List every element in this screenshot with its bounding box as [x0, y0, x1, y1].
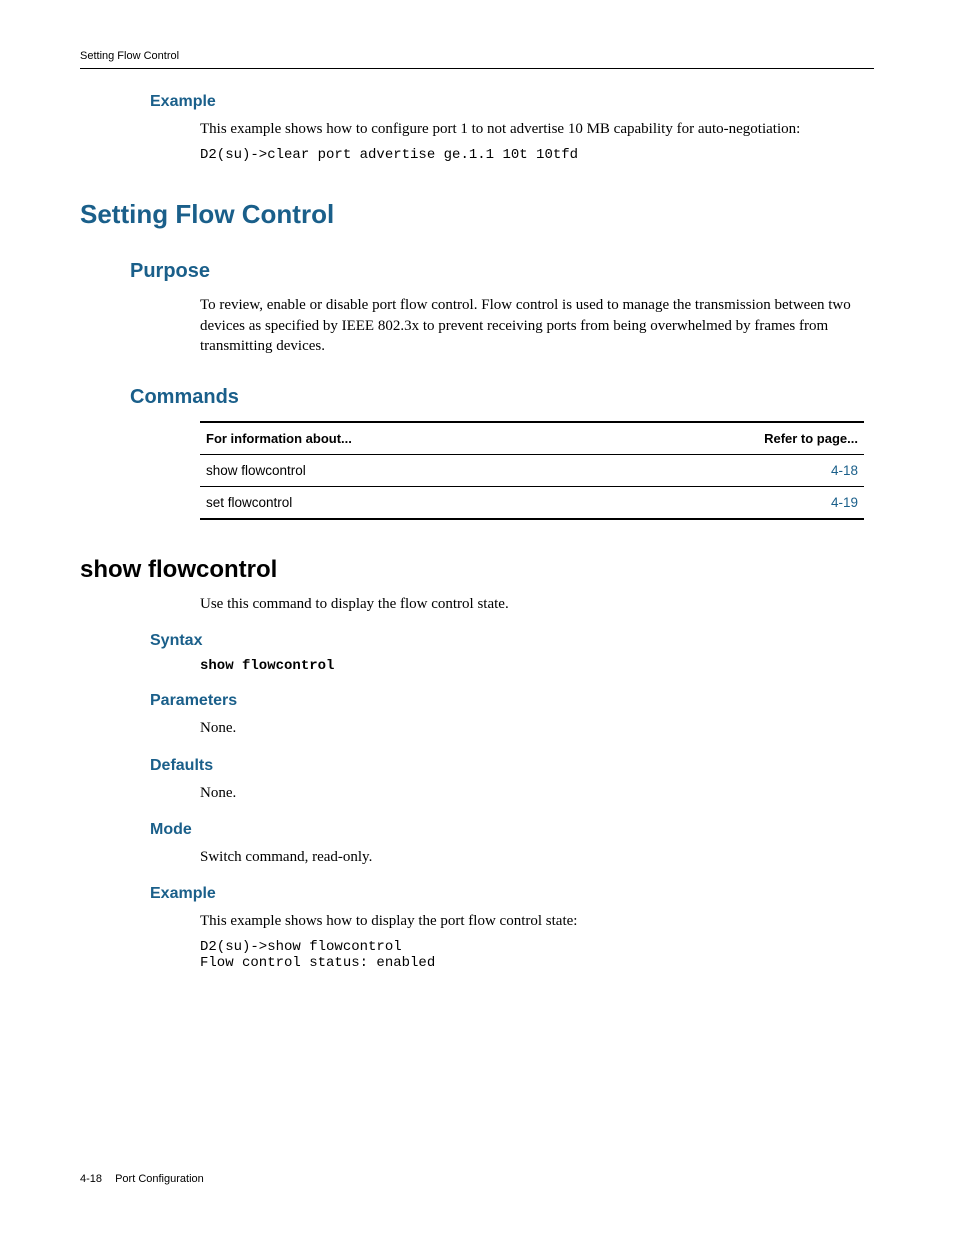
- command-intro: Use this command to display the flow con…: [200, 594, 864, 614]
- heading-example-cmd: Example: [150, 885, 874, 903]
- heading-mode: Mode: [150, 821, 874, 839]
- example-top-text: This example shows how to configure port…: [200, 119, 864, 139]
- table-header-about: For information about...: [206, 431, 352, 446]
- table-cell-page-link[interactable]: 4-18: [831, 463, 858, 478]
- command-name: show flowcontrol: [80, 556, 874, 584]
- commands-table: For information about... Refer to page..…: [200, 421, 864, 520]
- defaults-text: None.: [200, 783, 864, 803]
- table-header-row: For information about... Refer to page..…: [200, 421, 864, 455]
- example-top-code: D2(su)->clear port advertise ge.1.1 10t …: [200, 147, 874, 163]
- section-title: Setting Flow Control: [80, 199, 874, 230]
- heading-syntax: Syntax: [150, 632, 874, 650]
- table-row: show flowcontrol 4-18: [200, 455, 864, 487]
- table-cell-page-link[interactable]: 4-19: [831, 495, 858, 510]
- example-cmd-code: D2(su)->show flowcontrol Flow control st…: [200, 939, 874, 971]
- footer-chapter: Port Configuration: [115, 1173, 204, 1185]
- running-header: Setting Flow Control: [80, 50, 874, 69]
- heading-commands: Commands: [130, 386, 874, 409]
- footer-page-number: 4-18: [80, 1173, 102, 1185]
- heading-parameters: Parameters: [150, 692, 874, 710]
- page: Setting Flow Control Example This exampl…: [0, 0, 954, 1235]
- table-cell-about: show flowcontrol: [206, 463, 306, 478]
- example-cmd-text: This example shows how to display the po…: [200, 911, 864, 931]
- table-header-page: Refer to page...: [764, 431, 858, 446]
- mode-text: Switch command, read-only.: [200, 847, 864, 867]
- parameters-text: None.: [200, 718, 864, 738]
- heading-defaults: Defaults: [150, 757, 874, 775]
- page-footer: 4-18 Port Configuration: [80, 1173, 204, 1185]
- table-cell-about: set flowcontrol: [206, 495, 292, 510]
- syntax-code: show flowcontrol: [200, 658, 874, 674]
- heading-purpose: Purpose: [130, 260, 874, 283]
- purpose-text: To review, enable or disable port flow c…: [200, 295, 864, 356]
- table-row: set flowcontrol 4-19: [200, 487, 864, 520]
- heading-example-top: Example: [150, 93, 874, 111]
